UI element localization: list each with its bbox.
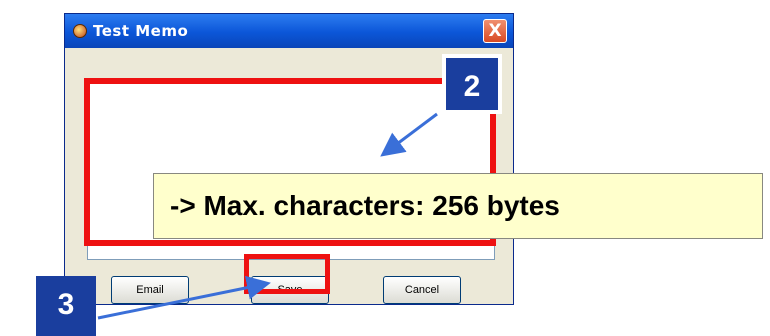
arrow-to-save <box>97 275 271 320</box>
arrow-to-memo <box>380 112 438 157</box>
step-3-badge: 3 <box>36 276 96 336</box>
max-characters-callout: -> Max. characters: 256 bytes <box>153 173 763 239</box>
step-2-badge: 2 <box>442 54 502 114</box>
annotation-arrows <box>97 112 438 320</box>
